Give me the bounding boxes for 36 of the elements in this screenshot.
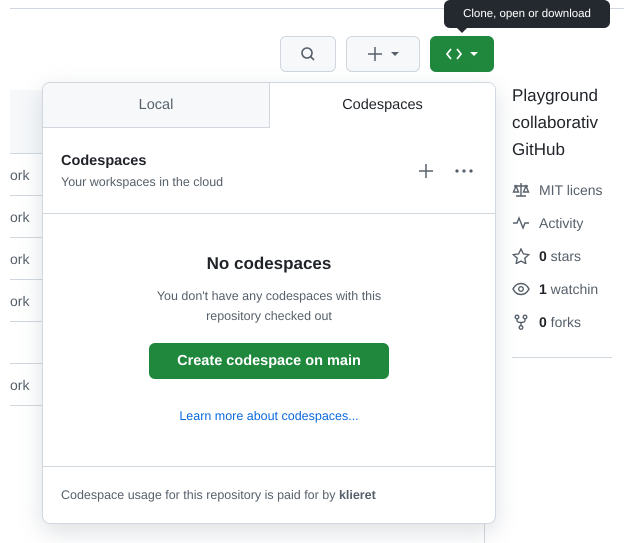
file-name[interactable]: ork: [10, 376, 30, 392]
tab[interactable]: Local: [43, 83, 270, 128]
search-icon: [300, 46, 316, 62]
empty-state-title: No codespaces: [206, 254, 332, 274]
file-name[interactable]: ork: [10, 292, 30, 308]
code-button[interactable]: [430, 36, 494, 72]
empty-state-description: You don't have any codespaces with this repository checked out: [156, 288, 382, 325]
billing-note: Codespace usage for this repository is paid for by klieret: [60, 487, 377, 504]
file-name[interactable]: ork: [10, 208, 30, 224]
caret-icon: [470, 52, 478, 56]
tab[interactable]: Codespaces: [270, 83, 495, 128]
plus-icon: [419, 164, 433, 178]
stat-link[interactable]: 1 watchin: [539, 281, 598, 297]
learn-more-link[interactable]: Learn more about codespaces...: [179, 409, 359, 423]
caret-icon: [391, 52, 399, 56]
stat-link[interactable]: Activity: [539, 215, 584, 231]
tooltip-arrow-icon: [456, 27, 468, 33]
stat-link[interactable]: 0 forks: [539, 314, 582, 330]
more-icon: [455, 168, 473, 172]
code-icon: [446, 47, 462, 61]
stat-link[interactable]: 0 stars: [539, 248, 582, 264]
section-title: Codespaces: [61, 152, 148, 168]
star-icon: [512, 248, 530, 264]
tooltip: Clone, open or download: [444, 0, 610, 28]
repo-description: Playground collaborativ GitHub: [512, 85, 600, 161]
stat-link[interactable]: MIT licens: [539, 182, 603, 198]
fork-icon: [512, 314, 530, 330]
eye-icon: [512, 281, 530, 297]
pulse-icon: [512, 215, 530, 231]
section-subtitle: Your workspaces in the cloud: [61, 174, 224, 188]
search-button[interactable]: [280, 36, 336, 72]
plus-icon: [367, 46, 383, 62]
scale-icon: [512, 182, 530, 198]
file-name[interactable]: ork: [10, 250, 30, 266]
create-codespace-button[interactable]: Create codespace on main: [149, 343, 389, 379]
file-name[interactable]: ork: [10, 166, 30, 182]
